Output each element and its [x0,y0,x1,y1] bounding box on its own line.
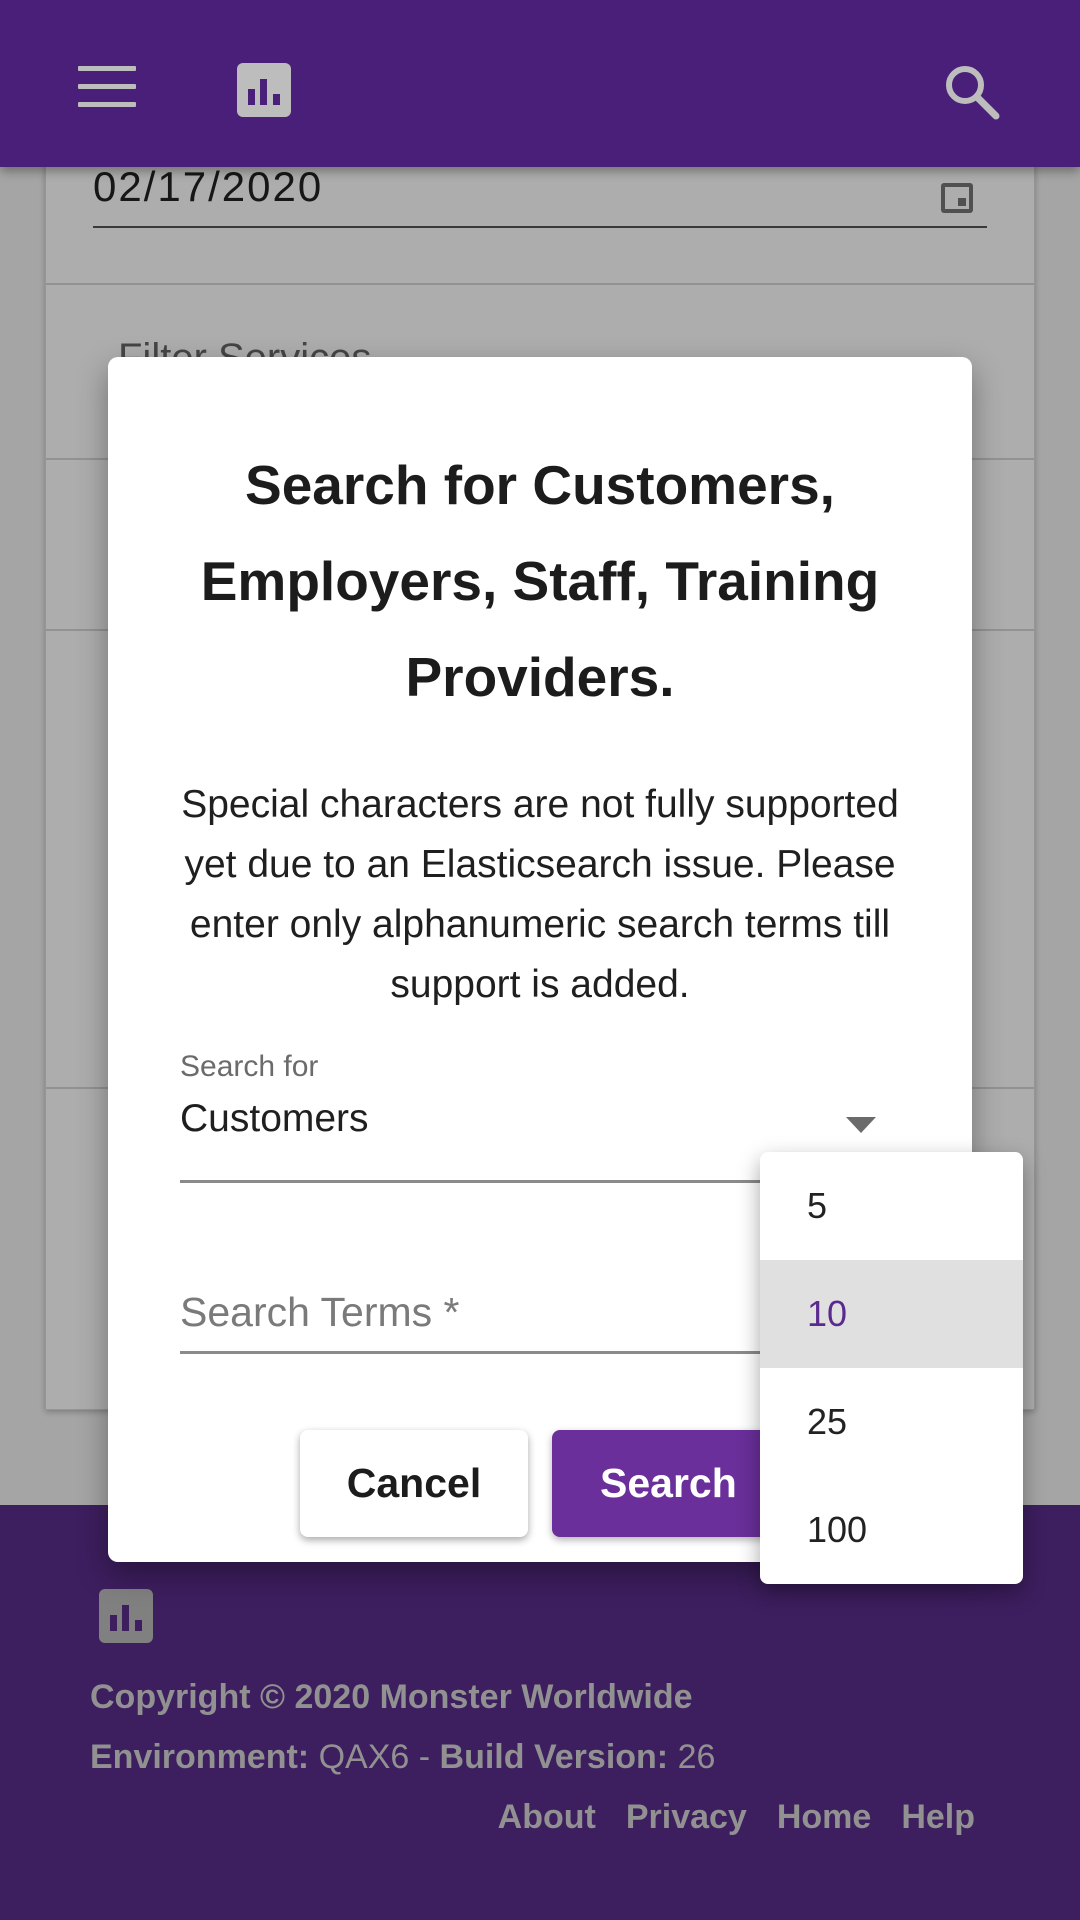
dialog-title: Search for Customers, Employers, Staff, … [200,454,880,708]
cancel-button[interactable]: Cancel [300,1430,528,1537]
dialog-notice: Special characters are not fully support… [181,783,899,1006]
app-bar [0,0,1080,167]
bar-chart-icon[interactable] [237,63,291,117]
dropdown-arrow-icon[interactable] [846,1117,876,1133]
page-size-menu: 5 10 25 100 [760,1152,1023,1584]
menu-option-5[interactable]: 5 [760,1152,1023,1260]
search-for-value: Customers [180,1097,369,1140]
hamburger-menu-icon[interactable] [78,66,136,108]
menu-option-100[interactable]: 100 [760,1476,1023,1584]
menu-option-25[interactable]: 25 [760,1368,1023,1476]
menu-option-10[interactable]: 10 [760,1260,1023,1368]
search-icon[interactable] [940,60,1002,122]
search-for-label: Search for [180,1050,319,1083]
